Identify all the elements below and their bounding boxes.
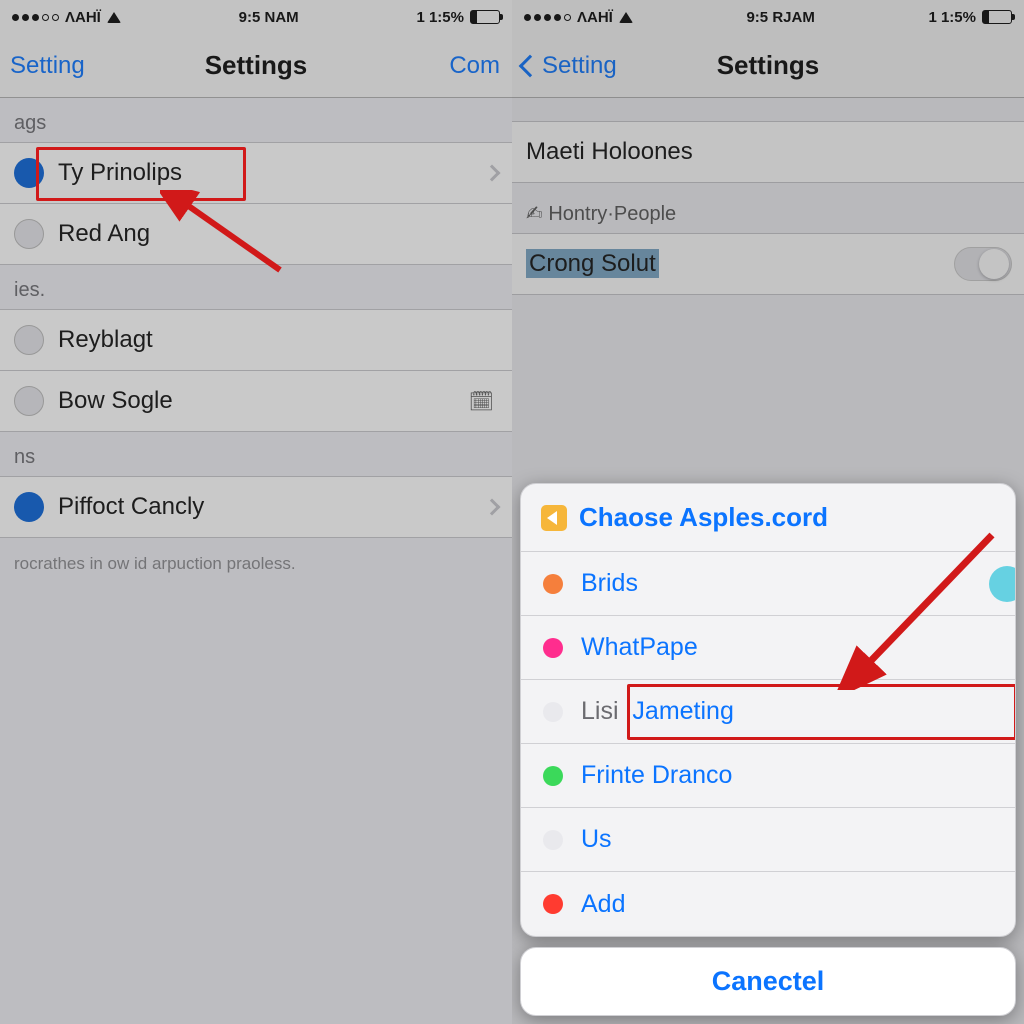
settings-row-prinolips[interactable]: Ty Prinolips	[0, 142, 512, 204]
sheet-option-whatpape[interactable]: WhatPape	[521, 616, 1015, 680]
nav-bar: Setting Settings Com	[0, 34, 512, 98]
sheet-option-label: Us	[581, 825, 612, 854]
chevron-right-icon	[484, 499, 501, 516]
nav-title: Settings	[205, 50, 308, 81]
row-label: Red Ang	[58, 220, 150, 248]
signal-dots-icon	[12, 14, 59, 21]
sheet-option-jameting[interactable]: Lisi Jameting	[521, 680, 1015, 744]
sheet-option-add[interactable]: Add	[521, 872, 1015, 936]
settings-row-maeti[interactable]: Maeti Holoones	[512, 121, 1024, 183]
battery-percent: 1 1:5%	[416, 9, 464, 26]
battery-percent: 1 1:5%	[928, 9, 976, 26]
sheet-cancel-button[interactable]: Canectel	[520, 947, 1016, 1016]
row-label: Crong Solut	[526, 250, 659, 278]
section-header: ns	[0, 432, 512, 477]
battery-icon	[982, 10, 1012, 24]
settings-row-crong[interactable]: Crong Solut	[512, 233, 1024, 295]
row-icon	[14, 325, 44, 355]
color-bullet-icon	[543, 830, 563, 850]
row-label: Ty Prinolips	[58, 159, 182, 187]
toggle-switch[interactable]	[954, 247, 1012, 281]
settings-row-piffoct[interactable]: Piffoct Cancly	[0, 476, 512, 538]
color-bullet-icon	[543, 894, 563, 914]
back-button[interactable]: Setting	[522, 52, 617, 80]
sheet-header-icon	[541, 505, 567, 531]
nav-title: Settings	[717, 50, 820, 81]
settings-row-reyblagt[interactable]: Reyblagt	[0, 309, 512, 371]
sheet-title: Chaose Asples.cord	[579, 502, 828, 533]
row-icon	[14, 158, 44, 188]
nav-bar: Setting Settings	[512, 34, 1024, 98]
sheet-option-label: WhatPape	[581, 633, 698, 662]
nav-right-button[interactable]: Com	[449, 52, 500, 80]
row-icon	[14, 492, 44, 522]
signal-dots-icon	[524, 14, 571, 21]
settings-row-redang[interactable]: Red Ang	[0, 203, 512, 265]
sheet-option-frinte[interactable]: Frinte Dranco	[521, 744, 1015, 808]
row-icon	[14, 219, 44, 249]
back-button[interactable]: Setting	[10, 52, 85, 80]
phone-screen-right: ΛΑΗΪ 9:5 RJAM 1 1:5% Setting Settings Ma…	[512, 0, 1024, 1024]
color-bullet-icon	[543, 638, 563, 658]
wifi-icon	[107, 12, 121, 23]
color-bullet-icon	[543, 766, 563, 786]
action-sheet: Chaose Asples.cord Brids WhatPape Lisi J…	[520, 483, 1016, 1016]
side-circle-icon	[989, 566, 1016, 602]
battery-icon	[470, 10, 500, 24]
status-time: 9:5 RJAM	[746, 9, 814, 26]
row-label: Maeti Holoones	[526, 138, 693, 166]
chevron-left-icon	[519, 54, 542, 77]
section-header: ags	[0, 98, 512, 143]
section-footnote: rocrathes in ow id arpuction praoless.	[0, 538, 512, 590]
calendar-icon: 🗓	[469, 389, 494, 414]
phone-screen-left: ΛΑΗΪ 9:5 NAM 1 1:5% Setting Settings Com…	[0, 0, 512, 1024]
wifi-icon	[619, 12, 633, 23]
sheet-option-brids[interactable]: Brids	[521, 552, 1015, 616]
status-bar: ΛΑΗΪ 9:5 NAM 1 1:5%	[0, 0, 512, 34]
carrier-label: ΛΑΗΪ	[577, 9, 613, 26]
row-icon	[14, 386, 44, 416]
chevron-right-icon	[484, 165, 501, 182]
row-label: Reyblagt	[58, 326, 153, 354]
status-time: 9:5 NAM	[239, 9, 299, 26]
status-bar: ΛΑΗΪ 9:5 RJAM 1 1:5%	[512, 0, 1024, 34]
sheet-option-label: Frinte Dranco	[581, 761, 732, 790]
carrier-label: ΛΑΗΪ	[65, 9, 101, 26]
sheet-option-us[interactable]: Us	[521, 808, 1015, 872]
section-sub-label: ✍︎ Hontry·People	[512, 183, 1024, 234]
settings-row-bowsogle[interactable]: Bow Sogle 🗓	[0, 370, 512, 432]
color-bullet-icon	[543, 574, 563, 594]
color-bullet-icon	[543, 702, 563, 722]
sheet-option-label: Brids	[581, 569, 638, 598]
sheet-option-label: Lisi Jameting	[581, 697, 734, 726]
row-label: Bow Sogle	[58, 387, 173, 415]
section-header: ies.	[0, 265, 512, 310]
sheet-option-label: Add	[581, 890, 625, 919]
row-label: Piffoct Cancly	[58, 493, 204, 521]
sheet-header: Chaose Asples.cord	[521, 484, 1015, 552]
